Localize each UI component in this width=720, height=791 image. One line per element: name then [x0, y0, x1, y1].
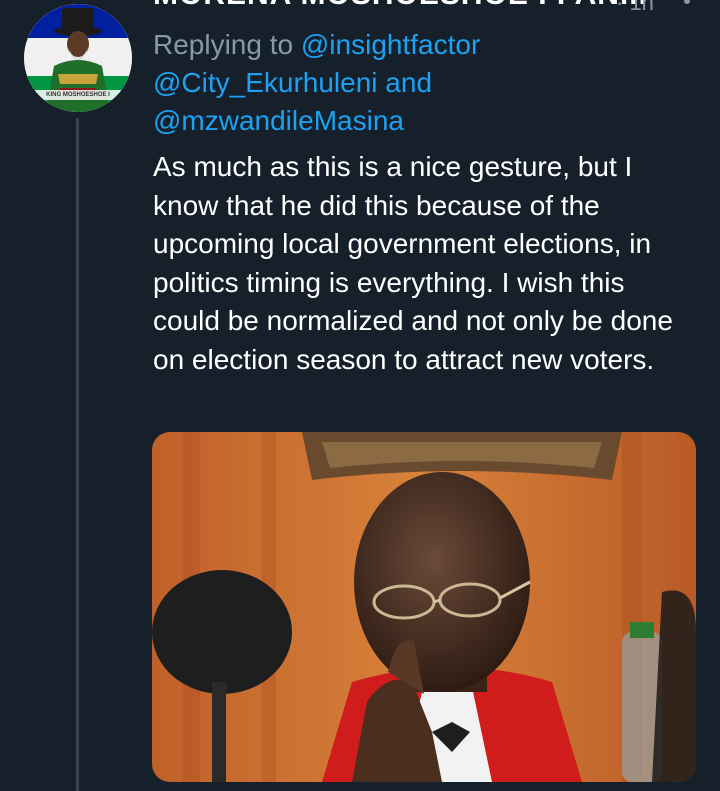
tweet-media-photo[interactable] — [152, 432, 696, 782]
mention-joiner: and — [377, 67, 433, 98]
replying-to-label: Replying to — [153, 29, 301, 60]
display-name[interactable]: MORENA MOSHOESHOE I FAN... — [153, 0, 648, 12]
mention-link[interactable]: @insightfactor — [301, 29, 480, 60]
mention-link[interactable]: @mzwandileMasina — [153, 105, 404, 136]
thread-line — [76, 118, 79, 791]
tweet-text: As much as this is a nice gesture, but I… — [153, 151, 673, 375]
reply-context: Replying to @insightfactor @City_Ekurhul… — [153, 26, 693, 140]
avatar[interactable]: KING MOSHOESHOE I — [24, 4, 132, 112]
avatar-caption: KING MOSHOESHOE I — [46, 92, 110, 98]
timestamp[interactable]: · 1h — [616, 0, 654, 16]
mention-link[interactable]: @City_Ekurhuleni — [153, 67, 378, 98]
more-vertical-icon[interactable] — [672, 0, 702, 16]
photo-image — [152, 432, 696, 782]
